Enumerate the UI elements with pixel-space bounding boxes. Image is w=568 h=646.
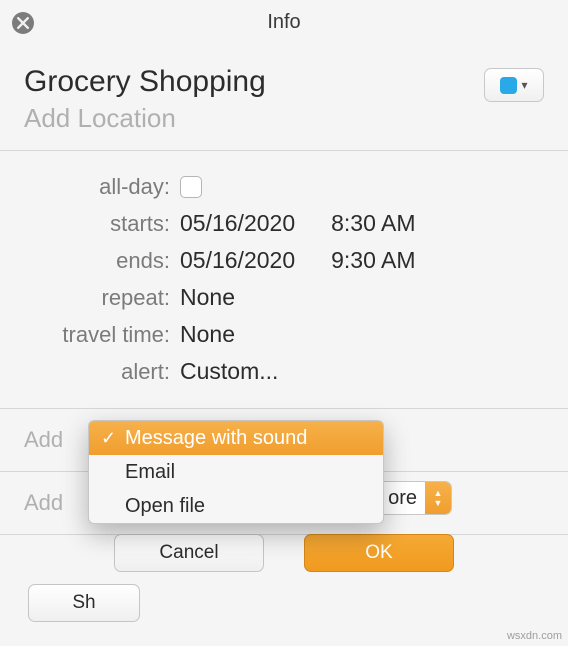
location-field[interactable]: Add Location: [24, 103, 266, 134]
event-title[interactable]: Grocery Shopping: [24, 62, 266, 101]
travel-value[interactable]: None: [180, 321, 235, 348]
repeat-label: repeat:: [24, 285, 180, 311]
calendar-picker[interactable]: ▾: [484, 68, 544, 102]
menu-option-message-with-sound[interactable]: Message with sound: [89, 421, 383, 455]
starts-date[interactable]: 05/16/2020: [180, 210, 295, 237]
row-ends: ends: 05/16/2020 9:30 AM: [0, 242, 568, 279]
row-starts: starts: 05/16/2020 8:30 AM: [0, 205, 568, 242]
alert-label: alert:: [24, 359, 180, 385]
row-allday: all-day:: [0, 169, 568, 205]
cancel-button[interactable]: Cancel: [114, 534, 264, 572]
ok-button[interactable]: OK: [304, 534, 454, 572]
starts-label: starts:: [24, 211, 180, 237]
close-icon: [17, 17, 29, 29]
chevron-down-icon: ▾: [521, 78, 527, 92]
row-travel: travel time: None: [0, 316, 568, 353]
starts-time[interactable]: 8:30 AM: [331, 210, 415, 237]
travel-label: travel time:: [24, 322, 180, 348]
stepper-arrows-icon: ▲▼: [425, 482, 451, 514]
allday-checkbox[interactable]: [180, 176, 202, 198]
alert-value[interactable]: Custom...: [180, 358, 278, 385]
alert-type-menu: Message with sound Email Open file: [88, 420, 384, 524]
window-title: Info: [267, 11, 300, 34]
ends-label: ends:: [24, 248, 180, 274]
show-button[interactable]: Sh: [28, 584, 140, 622]
repeat-value[interactable]: None: [180, 284, 235, 311]
calendar-color-swatch: [500, 77, 517, 94]
menu-option-email[interactable]: Email: [89, 455, 383, 489]
row-repeat: repeat: None: [0, 279, 568, 316]
row-alert: alert: Custom...: [0, 353, 568, 390]
dialog-buttons: Cancel OK: [114, 534, 454, 572]
alert-time-partial-text: ore: [388, 487, 425, 510]
watermark: wsxdn.com: [507, 630, 562, 642]
ends-date[interactable]: 05/16/2020: [180, 247, 295, 274]
event-header: Grocery Shopping Add Location ▾: [0, 44, 568, 150]
event-fields: all-day: starts: 05/16/2020 8:30 AM ends…: [0, 151, 568, 408]
close-button[interactable]: [12, 12, 34, 34]
ends-time[interactable]: 9:30 AM: [331, 247, 415, 274]
allday-label: all-day:: [24, 174, 180, 200]
show-button-container: Sh: [28, 584, 140, 622]
titlebar: Info: [0, 0, 568, 44]
menu-option-open-file[interactable]: Open file: [89, 489, 383, 523]
